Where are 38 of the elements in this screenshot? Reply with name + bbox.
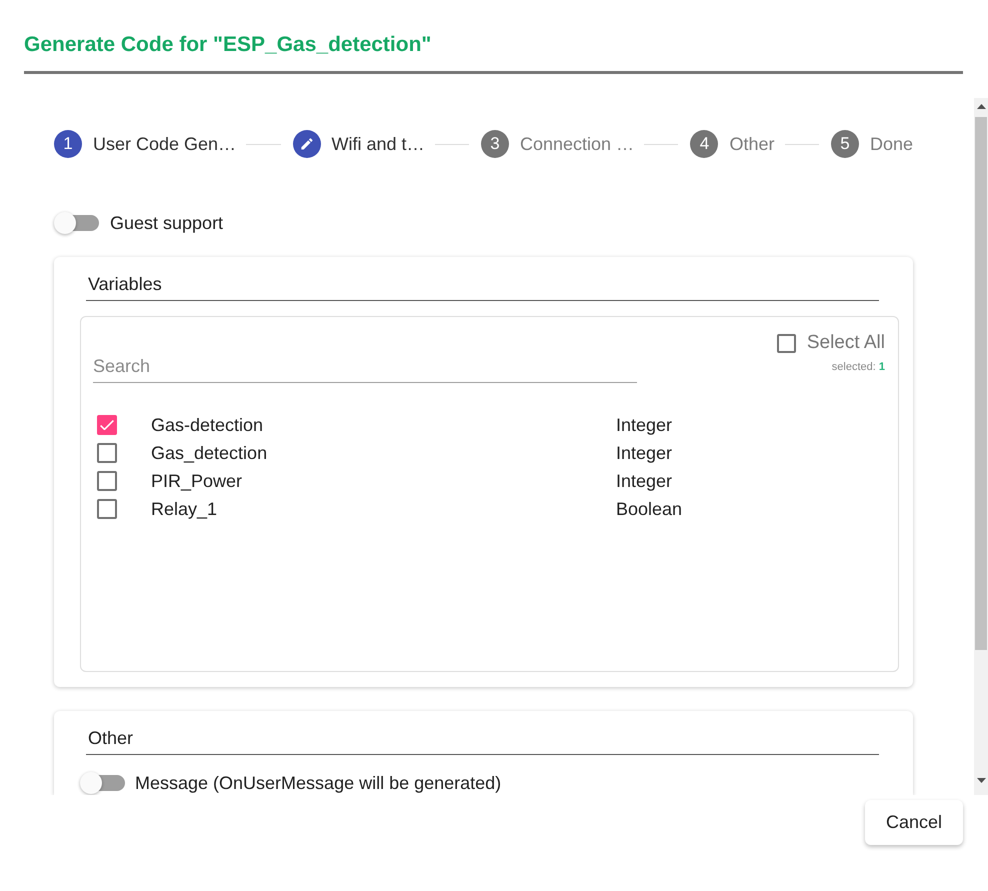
scroll-up-icon[interactable] <box>976 104 986 109</box>
step-label: Done <box>870 133 913 156</box>
variable-type: Boolean <box>616 498 684 521</box>
toggle-label: Guest support <box>110 212 224 235</box>
step-label: Connection … <box>520 133 634 156</box>
checkbox[interactable] <box>776 334 796 352</box>
search-field[interactable]: Search <box>93 350 637 383</box>
toggle-switch[interactable] <box>54 211 100 235</box>
step-label: User Code Gen… <box>93 133 236 156</box>
variable-type: Integer <box>616 414 674 437</box>
section-title: Other <box>88 728 134 748</box>
variable-name: PIR_Power <box>151 470 244 493</box>
step-number: 5 <box>830 130 859 158</box>
step-number: 4 <box>690 130 718 158</box>
variable-type: Integer <box>616 442 674 465</box>
selected-count: selected: 1 <box>832 360 885 374</box>
variable-name: Gas_detection <box>151 442 268 465</box>
check-icon <box>100 420 114 430</box>
step-label: Other <box>729 133 775 156</box>
dialog-title: Generate Code for "ESP_Gas_detection" <box>24 32 432 58</box>
scrollbar-thumb[interactable] <box>975 117 987 650</box>
scrollbar-track[interactable] <box>974 98 988 795</box>
checkbox[interactable] <box>97 415 117 435</box>
step-number: 1 <box>54 130 82 158</box>
cancel-button[interactable]: Cancel <box>864 800 963 845</box>
section-title: Variables <box>88 274 162 294</box>
step-label: Wifi and t… <box>332 133 425 156</box>
checkbox[interactable] <box>97 471 117 491</box>
toggle-label: Message (OnUserMessage will be generated) <box>135 772 502 795</box>
variable-name: Gas-detection <box>151 414 264 437</box>
variable-name: Relay_1 <box>151 498 218 521</box>
checkbox[interactable] <box>97 443 117 463</box>
checkbox[interactable] <box>97 499 117 519</box>
toggle-switch[interactable] <box>80 771 126 795</box>
variable-type: Integer <box>616 470 674 493</box>
select-all-label: Select All <box>806 332 885 354</box>
scroll-down-icon[interactable] <box>976 778 986 783</box>
step-number: 3 <box>480 130 509 158</box>
